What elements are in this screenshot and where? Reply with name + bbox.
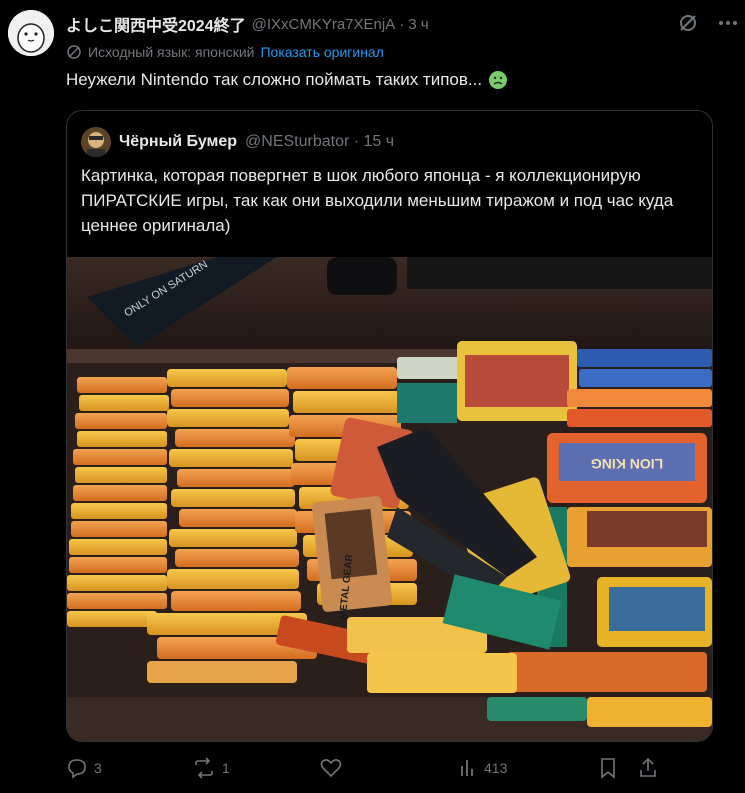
post-text: Неужели Nintendo так сложно поймать таки… bbox=[66, 70, 508, 90]
repost-button[interactable]: 1 bbox=[192, 757, 320, 779]
ghost-avatar-icon bbox=[8, 10, 54, 56]
avatar[interactable] bbox=[8, 10, 54, 56]
repost-icon bbox=[192, 757, 216, 779]
bookmark-button[interactable] bbox=[598, 757, 638, 779]
translate-note: Исходный язык: японский bbox=[88, 44, 255, 60]
post-text-content: Неужели Nintendo так сложно поймать таки… bbox=[66, 70, 483, 89]
header-actions bbox=[677, 12, 739, 34]
more-icon[interactable] bbox=[717, 12, 739, 34]
grok-icon[interactable] bbox=[677, 12, 699, 34]
share-icon bbox=[638, 757, 658, 779]
quote-text: Картинка, которая повергнет в шок любого… bbox=[81, 166, 674, 235]
quote-header: Чёрный Бумер @NESturbator · 15 ч bbox=[81, 127, 394, 157]
quote-avatar[interactable] bbox=[81, 127, 111, 157]
reply-icon bbox=[66, 757, 88, 779]
share-button[interactable] bbox=[638, 757, 662, 779]
cartridges-photo[interactable]: ONLY ON SATURN LION KING METAL GEAR bbox=[67, 257, 712, 741]
like-icon bbox=[320, 757, 342, 779]
action-bar: 3 1 413 bbox=[66, 756, 727, 780]
handle[interactable]: @IXxCMKYra7XEnjA bbox=[252, 16, 396, 33]
sick-emoji-icon bbox=[488, 70, 508, 90]
reply-count: 3 bbox=[94, 760, 102, 776]
translate-icon bbox=[66, 44, 82, 60]
like-button[interactable] bbox=[320, 757, 458, 779]
views-count: 413 bbox=[484, 760, 508, 776]
post-header: よしこ関西中受2024終了 @IXxCMKYra7XEnjA · 3 ч bbox=[66, 12, 731, 36]
quote-handle[interactable]: @NESturbator · 15 ч bbox=[245, 133, 394, 151]
show-original-link[interactable]: Показать оригинал bbox=[260, 44, 383, 60]
views-button[interactable]: 413 bbox=[458, 758, 598, 778]
quote-display-name[interactable]: Чёрный Бумер bbox=[119, 133, 237, 151]
repost-count: 1 bbox=[222, 760, 230, 776]
views-icon bbox=[458, 758, 478, 778]
post-time[interactable]: · 3 ч bbox=[399, 16, 429, 33]
boomer-avatar-icon bbox=[81, 127, 111, 157]
lion-king-label: LION KING bbox=[591, 456, 663, 472]
bookmark-icon bbox=[598, 757, 618, 779]
quoted-post[interactable]: Чёрный Бумер @NESturbator · 15 ч Картинк… bbox=[66, 110, 713, 742]
translation-row: Исходный язык: японский Показать оригина… bbox=[66, 44, 384, 60]
display-name[interactable]: よしこ関西中受2024終了 bbox=[66, 12, 246, 36]
reply-button[interactable]: 3 bbox=[66, 757, 192, 779]
